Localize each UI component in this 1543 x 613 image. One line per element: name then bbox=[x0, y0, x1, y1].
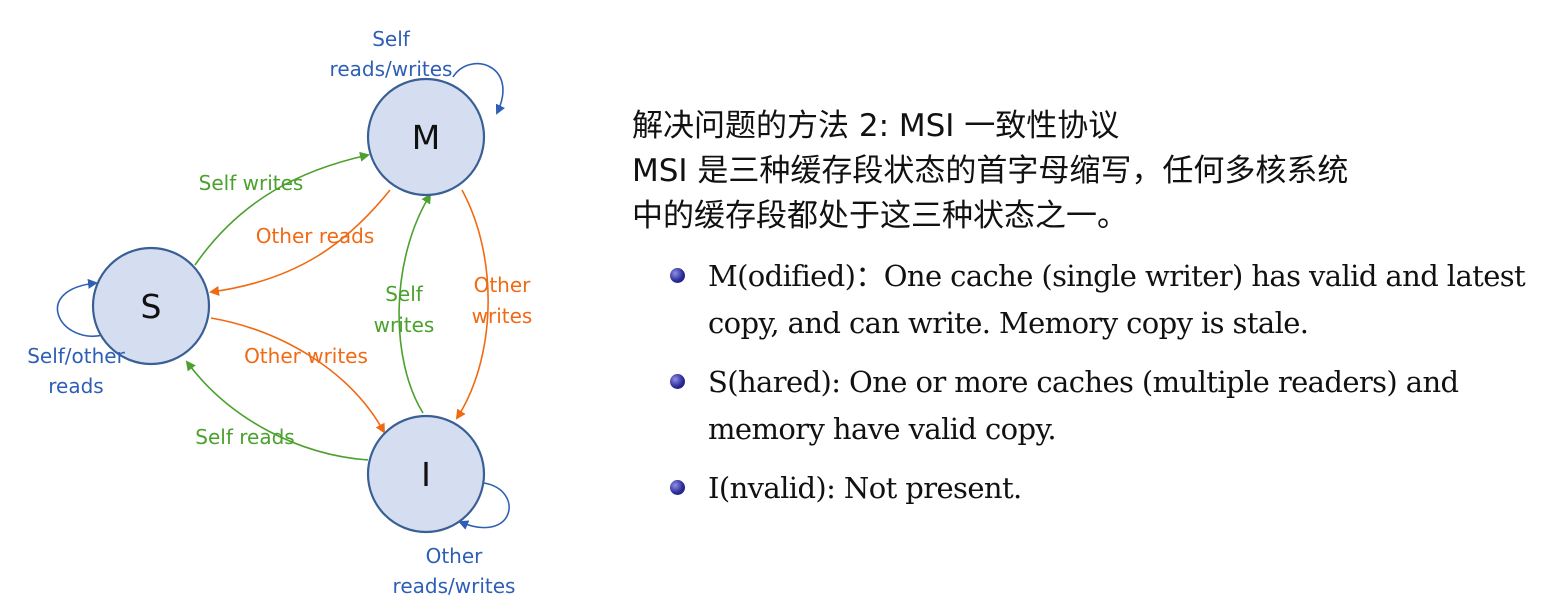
state-s-label: S bbox=[141, 287, 162, 326]
i-self-label-line1: Other bbox=[426, 544, 484, 568]
i-self-label-line2: reads/writes bbox=[393, 574, 516, 598]
m-to-i-label-line1: Other bbox=[474, 273, 532, 297]
bullet-dot-icon bbox=[670, 374, 685, 389]
bullet-dot-icon bbox=[670, 268, 685, 283]
s-to-m-label: Self writes bbox=[199, 171, 304, 195]
heading-line-3: 中的缓存段都处于这三种状态之一。 bbox=[632, 198, 1128, 234]
msi-state-diagram: M S I Self reads/writes Self/other reads… bbox=[27, 27, 533, 598]
list-item-invalid: I(nvalid): Not present. bbox=[632, 465, 1532, 512]
s-to-i-label: Other writes bbox=[244, 344, 368, 368]
s-self-label-line2: reads bbox=[48, 374, 103, 398]
bullet-text-modified: M(odified)：One cache (single writer) has… bbox=[708, 259, 1526, 340]
heading-line-1: 解决问题的方法 2: MSI 一致性协议 bbox=[632, 108, 1120, 144]
list-item-shared: S(hared): One or more caches (multiple r… bbox=[632, 359, 1532, 453]
m-to-i-label-line2: writes bbox=[472, 304, 533, 328]
m-self-label-line1: Self bbox=[372, 27, 411, 51]
list-item-modified: M(odified)：One cache (single writer) has… bbox=[632, 253, 1532, 347]
i-to-m-label-line2: writes bbox=[374, 313, 435, 337]
bullet-text-invalid: I(nvalid): Not present. bbox=[708, 471, 1022, 505]
s-self-label-line1: Self/other bbox=[27, 344, 125, 368]
state-m-label: M bbox=[412, 118, 440, 157]
i-to-m-label-line1: Self bbox=[385, 282, 424, 306]
m-to-s-label: Other reads bbox=[256, 224, 375, 248]
s-to-i-arrow bbox=[210, 317, 385, 434]
m-self-label-line2: reads/writes bbox=[330, 57, 453, 81]
bullet-text-shared: S(hared): One or more caches (multiple r… bbox=[708, 365, 1459, 446]
description-panel: 解决问题的方法 2: MSI 一致性协议 MSI 是三种缓存段状态的首字母缩写，… bbox=[632, 104, 1532, 524]
heading-line-2: MSI 是三种缓存段状态的首字母缩写，任何多核系统 bbox=[632, 153, 1349, 189]
state-definition-list: M(odified)：One cache (single writer) has… bbox=[632, 253, 1532, 512]
bullet-dot-icon bbox=[670, 480, 685, 495]
i-to-s-label: Self reads bbox=[195, 425, 294, 449]
state-i-label: I bbox=[421, 455, 431, 494]
